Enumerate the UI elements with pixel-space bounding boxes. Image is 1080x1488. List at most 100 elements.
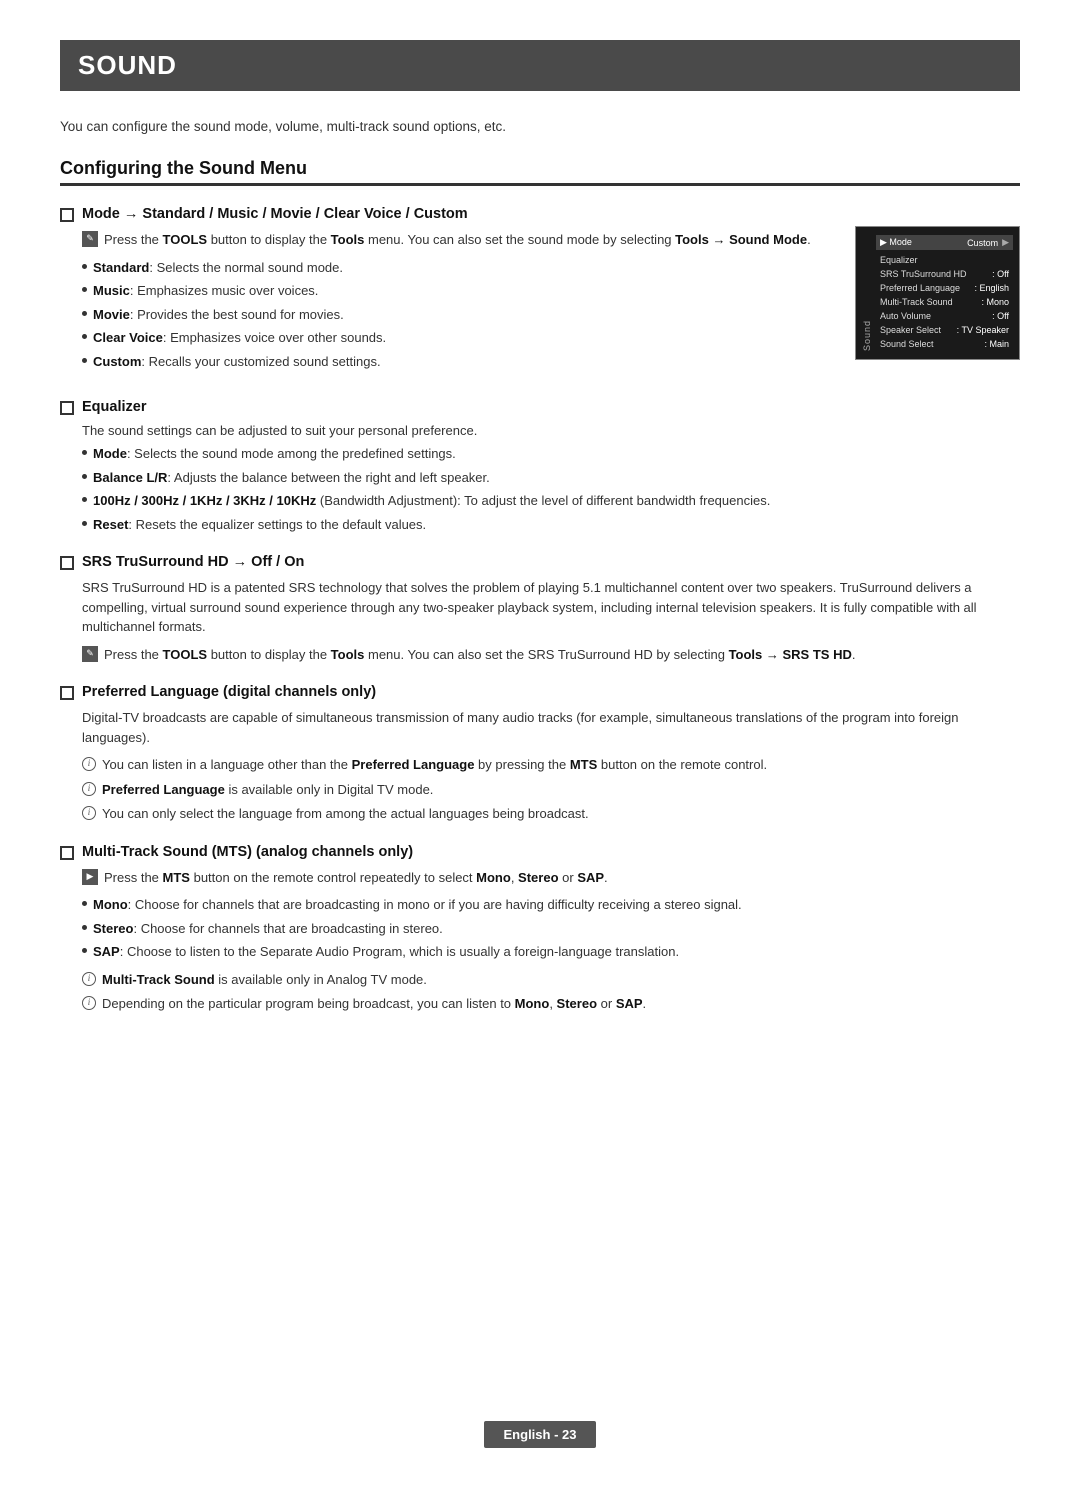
tools-icon-srs: ✎ — [86, 647, 94, 661]
tools-note-srs-text: Press the TOOLS button to display the To… — [104, 645, 855, 665]
bullet-dot — [82, 497, 87, 502]
tv-menu-row-preferred: Preferred Language : English — [876, 281, 1013, 295]
tools-note-mts: ▶ Press the MTS button on the remote con… — [82, 868, 1020, 888]
multitrack-content: ▶ Press the MTS button on the remote con… — [60, 868, 1020, 1014]
bullet-music: Music: Emphasizes music over voices. — [82, 281, 835, 301]
bullet-dot — [82, 287, 87, 292]
preferred-content: Digital-TV broadcasts are capable of sim… — [60, 708, 1020, 824]
page-title-bar: SOUND — [60, 40, 1020, 91]
bullet-mts-mono: Mono: Choose for channels that are broad… — [82, 895, 1020, 915]
info-note-mts-1: i Multi-Track Sound is available only in… — [82, 970, 1020, 990]
checkbox-icon-multitrack — [60, 846, 74, 860]
info-icon-mts-1: i — [82, 972, 96, 986]
mode-section-text: ✎ Press the TOOLS button to display the … — [60, 230, 835, 379]
tv-mode-value: Custom ▶ — [967, 237, 1009, 248]
tv-menu-image: Sound ▶ Mode Custom ▶ Equalizer SRS TruS… — [855, 226, 1020, 360]
bullet-eq-mode: Mode: Selects the sound mode among the p… — [82, 444, 1020, 464]
tv-row-label: SRS TruSurround HD — [880, 269, 967, 279]
tv-arrow-right: ▶ — [1002, 237, 1009, 248]
subsection-preferred-language: Preferred Language (digital channels onl… — [60, 684, 1020, 824]
info-icon-1: i — [82, 757, 96, 771]
tv-row-label: Auto Volume — [880, 311, 931, 321]
info-note-preferred-1: i You can listen in a language other tha… — [82, 755, 1020, 775]
info-note-mts-2: i Depending on the particular program be… — [82, 994, 1020, 1014]
bullet-dot — [82, 450, 87, 455]
tv-menu-content: ▶ Mode Custom ▶ Equalizer SRS TruSurroun… — [876, 235, 1013, 351]
mode-content: ✎ Press the TOOLS button to display the … — [60, 230, 835, 371]
tv-row-value: : Off — [992, 269, 1009, 279]
tv-menu-row-soundselect: Sound Select : Main — [876, 337, 1013, 351]
bullet-dot — [82, 474, 87, 479]
mode-section-row: ✎ Press the TOOLS button to display the … — [60, 230, 1020, 379]
subsection-multitrack: Multi-Track Sound (MTS) (analog channels… — [60, 844, 1020, 1014]
checkbox-icon-srs — [60, 556, 74, 570]
subsection-title-equalizer: Equalizer — [82, 399, 146, 415]
bullet-eq-balance: Balance L/R: Adjusts the balance between… — [82, 468, 1020, 488]
bullet-dot — [82, 948, 87, 953]
info-icon-2: i — [82, 782, 96, 796]
section-header: Configuring the Sound Menu — [60, 158, 1020, 186]
info-note-preferred-3: i You can only select the language from … — [82, 804, 1020, 824]
bullet-dot — [82, 901, 87, 906]
tv-row-value: : TV Speaker — [957, 325, 1009, 335]
tools-icon-mts: ▶ — [87, 870, 94, 884]
tv-row-label: Equalizer — [880, 255, 918, 265]
tv-row-label: Multi-Track Sound — [880, 297, 953, 307]
tv-row-label: Sound Select — [880, 339, 934, 349]
subsection-title-srs: SRS TruSurround HD → Off / On — [82, 554, 304, 570]
tools-note-srs: ✎ Press the TOOLS button to display the … — [82, 645, 1020, 665]
checkbox-icon-mode — [60, 208, 74, 222]
tv-row-value: : Main — [984, 339, 1009, 349]
equalizer-intro: The sound settings can be adjusted to su… — [82, 423, 1020, 438]
bullet-mts-sap: SAP: Choose to listen to the Separate Au… — [82, 942, 1020, 962]
bullet-standard: Standard: Selects the normal sound mode. — [82, 258, 835, 278]
subsection-equalizer: Equalizer The sound settings can be adju… — [60, 399, 1020, 534]
tools-icon: ✎ — [86, 232, 94, 246]
intro-text: You can configure the sound mode, volume… — [60, 119, 1020, 134]
tv-menu-mode-row: ▶ Mode Custom ▶ — [876, 235, 1013, 250]
info-note-preferred-2: i Preferred Language is available only i… — [82, 780, 1020, 800]
tv-row-label: Preferred Language — [880, 283, 960, 293]
subsection-mode: Mode → Standard / Music / Movie / Clear … — [60, 206, 1020, 379]
bullet-eq-bandwidth: 100Hz / 300Hz / 1KHz / 3KHz / 10KHz (Ban… — [82, 491, 1020, 511]
preferred-intro: Digital-TV broadcasts are capable of sim… — [82, 708, 1020, 747]
bullet-mts-stereo: Stereo: Choose for channels that are bro… — [82, 919, 1020, 939]
equalizer-content: The sound settings can be adjusted to su… — [60, 423, 1020, 534]
tools-note-text: Press the TOOLS button to display the To… — [104, 230, 811, 250]
equalizer-bullet-list: Mode: Selects the sound mode among the p… — [82, 444, 1020, 534]
srs-content: SRS TruSurround HD is a patented SRS tec… — [60, 578, 1020, 664]
bullet-dot — [82, 264, 87, 269]
bullet-movie: Movie: Provides the best sound for movie… — [82, 305, 835, 325]
page-footer: English - 23 — [0, 1421, 1080, 1448]
tv-menu-row-multitrack: Multi-Track Sound : Mono — [876, 295, 1013, 309]
mode-bullet-list: Standard: Selects the normal sound mode.… — [82, 258, 835, 372]
tv-mode-label: ▶ Mode — [880, 237, 912, 248]
tools-icon-box-mts: ▶ — [82, 869, 98, 885]
subsection-title-mode: Mode → Standard / Music / Movie / Clear … — [82, 206, 468, 222]
tv-menu-label-left: Sound — [862, 235, 872, 351]
info-icon-mts-2: i — [82, 996, 96, 1010]
bullet-dot — [82, 311, 87, 316]
subsection-title-multitrack: Multi-Track Sound (MTS) (analog channels… — [82, 844, 413, 860]
subsection-srs: SRS TruSurround HD → Off / On SRS TruSur… — [60, 554, 1020, 664]
page-title: SOUND — [78, 50, 1002, 81]
tv-row-value: : Off — [992, 311, 1009, 321]
tools-icon-box: ✎ — [82, 231, 98, 247]
tv-menu-row-autovolume: Auto Volume : Off — [876, 309, 1013, 323]
bullet-clear-voice: Clear Voice: Emphasizes voice over other… — [82, 328, 835, 348]
bullet-custom: Custom: Recalls your customized sound se… — [82, 352, 835, 372]
bullet-dot — [82, 521, 87, 526]
bullet-dot — [82, 925, 87, 930]
info-icon-3: i — [82, 806, 96, 820]
footer-badge: English - 23 — [484, 1421, 597, 1448]
bullet-eq-reset: Reset: Resets the equalizer settings to … — [82, 515, 1020, 535]
tv-row-label: Speaker Select — [880, 325, 941, 335]
srs-intro: SRS TruSurround HD is a patented SRS tec… — [82, 578, 1020, 637]
tv-menu-row-srs: SRS TruSurround HD : Off — [876, 267, 1013, 281]
tools-icon-box-srs: ✎ — [82, 646, 98, 662]
checkbox-icon-equalizer — [60, 401, 74, 415]
checkbox-icon-preferred — [60, 686, 74, 700]
section-title: Configuring the Sound Menu — [60, 158, 1020, 179]
tools-note-mode: ✎ Press the TOOLS button to display the … — [82, 230, 835, 250]
tv-row-value: : Mono — [981, 297, 1009, 307]
